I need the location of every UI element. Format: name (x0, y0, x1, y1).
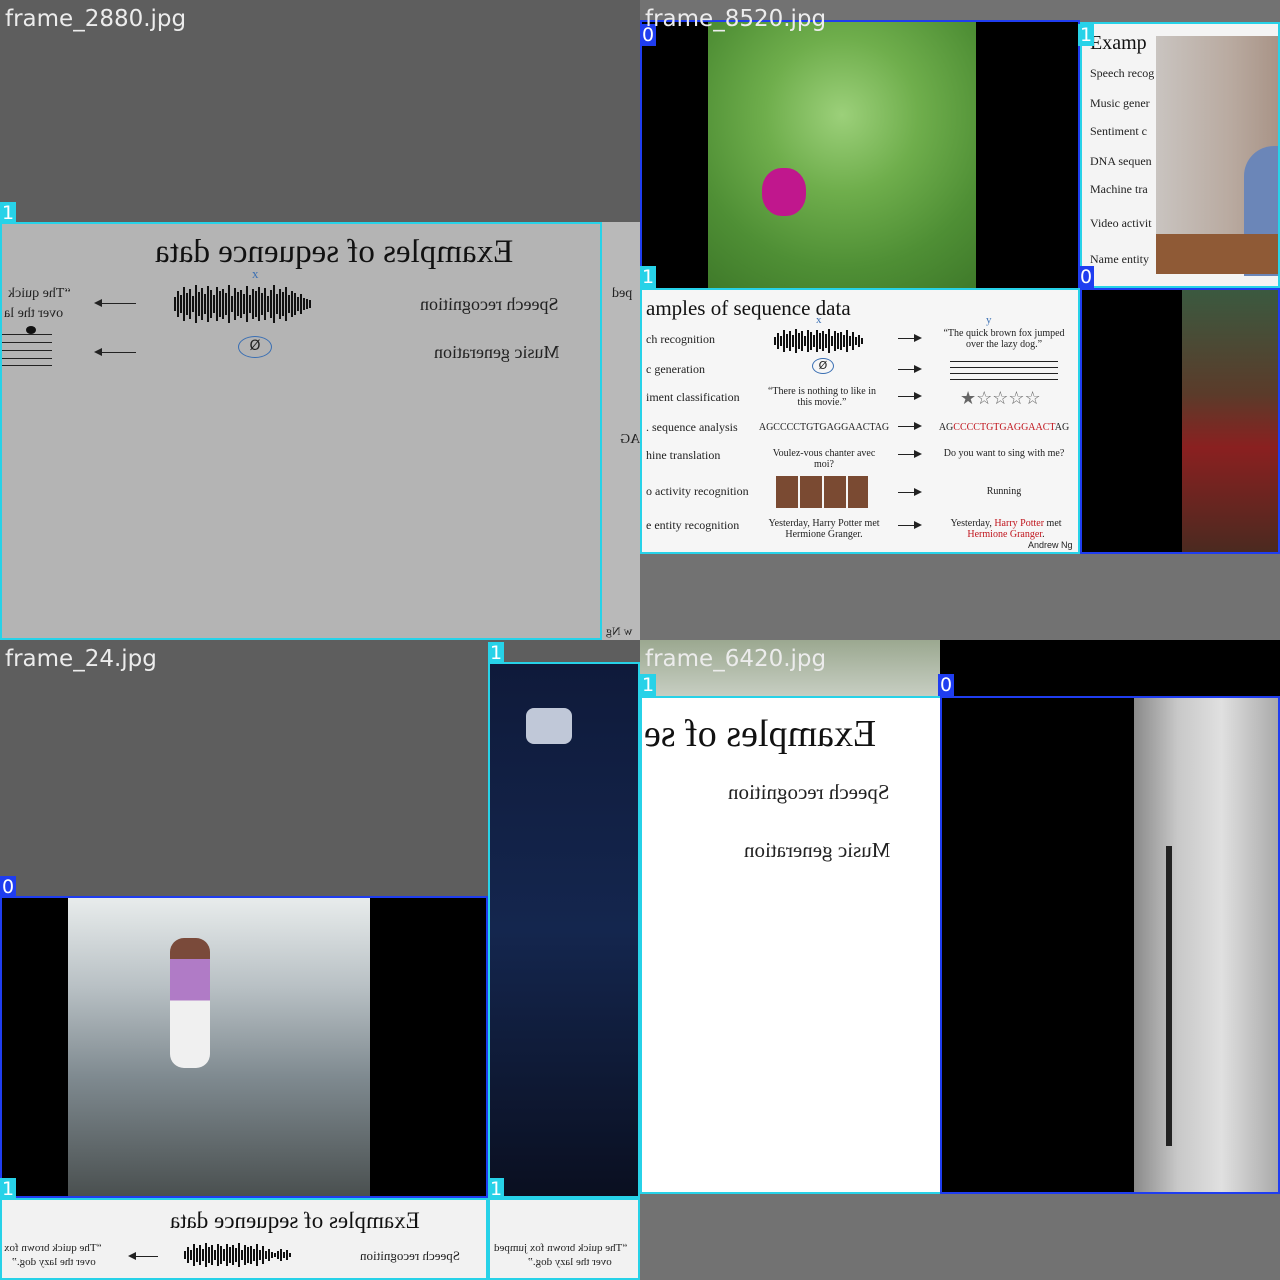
class-label-0: 0 (0, 876, 17, 898)
filename-label: frame_24.jpg (5, 646, 157, 672)
detection-box-class-1 (1080, 22, 1280, 288)
mosaic-tile-frame-2880: frame_2880.jpg Examples of sequence data… (0, 0, 640, 640)
detection-box-class-0 (940, 696, 1280, 1194)
detection-box-class-1 (640, 288, 1080, 554)
detection-box-class-0 (0, 896, 488, 1198)
detection-box-class-1 (488, 1198, 640, 1280)
class-label-1: 1 (488, 642, 505, 664)
detection-box-class-1 (488, 662, 640, 1198)
class-label-0: 0 (938, 674, 955, 696)
detection-box-class-1 (0, 1198, 488, 1280)
class-label-1: 1 (0, 1178, 17, 1200)
text-fragment: ped (612, 286, 633, 301)
class-label-1: 1 (0, 202, 17, 224)
filename-label: frame_8520.jpg (645, 6, 827, 32)
text-fragment: AG (620, 432, 640, 447)
detection-box-class-1 (640, 696, 942, 1194)
class-label-1: 1 (640, 674, 657, 696)
text-fragment: w Ng (606, 624, 633, 638)
mosaic-tile-frame-24: frame_24.jpg 0 1 Examples of sequence da… (0, 640, 640, 1280)
detection-box-class-0 (1080, 288, 1280, 554)
class-label-1: 1 (488, 1178, 505, 1200)
slide-right-sliver: ped AG w Ng (602, 222, 640, 640)
filename-label: frame_2880.jpg (5, 6, 187, 32)
mosaic-tile-frame-6420: Examples of se Speech recognition Music … (640, 640, 1280, 1280)
mosaic-tile-frame-8520: 0 Examp Speech recog Music gener Sentime… (640, 0, 1280, 640)
class-label-1: 1 (1078, 24, 1095, 46)
detection-box-class-0 (640, 20, 1080, 290)
class-label-1: 1 (640, 266, 657, 288)
filename-label: frame_6420.jpg (645, 646, 827, 672)
class-label-0: 0 (1078, 266, 1095, 288)
detection-box-class-1 (0, 222, 602, 640)
